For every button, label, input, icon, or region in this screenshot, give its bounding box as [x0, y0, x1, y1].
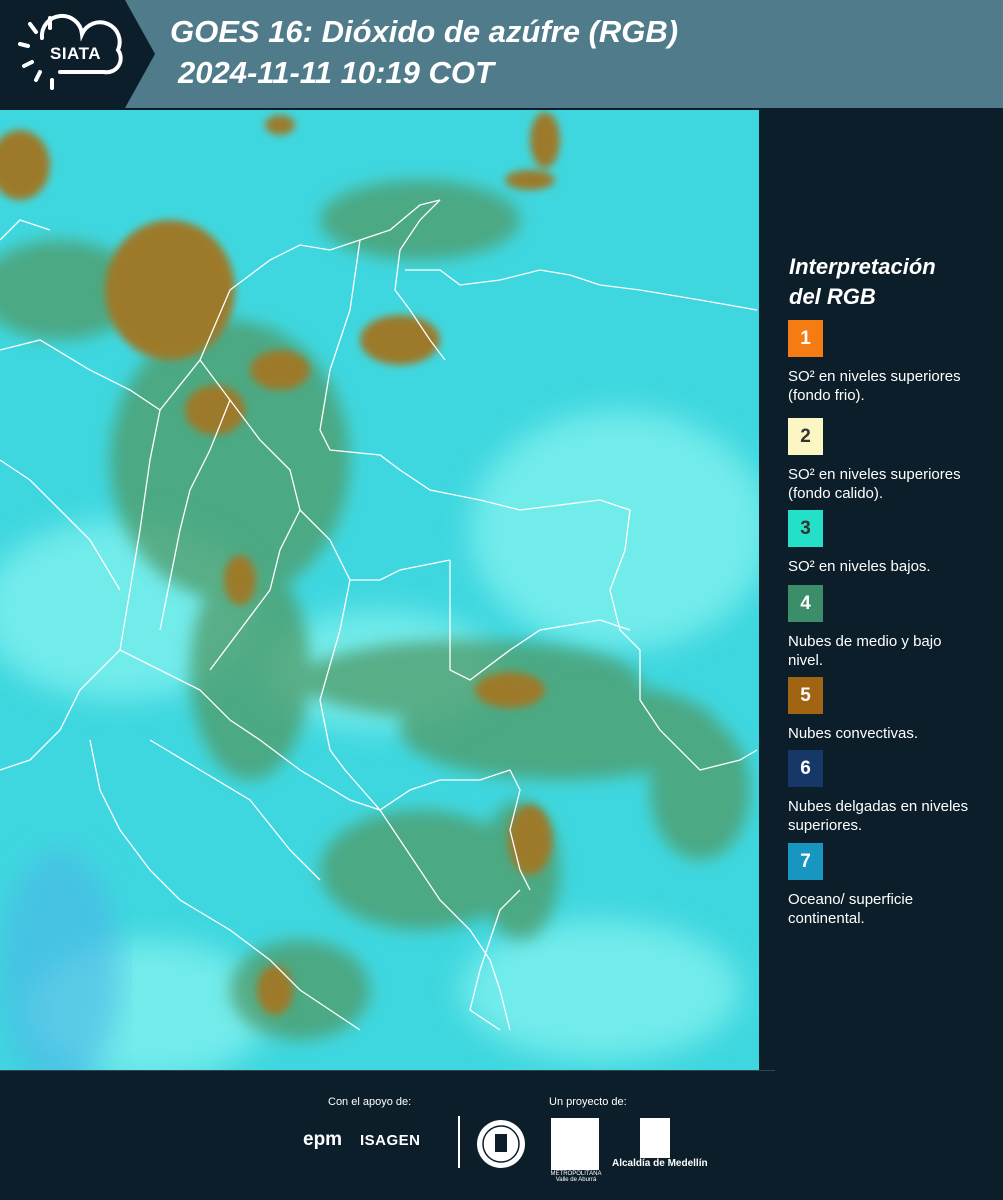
- amva-logo-text: METROPOLITANA Valle de Aburrá: [550, 1171, 602, 1183]
- legend-swatch: 2: [788, 418, 823, 455]
- amva-logo-icon: [551, 1118, 599, 1170]
- legend-swatch: 7: [788, 843, 823, 880]
- siata-logo: SIATA: [0, 0, 155, 108]
- legend-swatch: 3: [788, 510, 823, 547]
- satellite-map: [0, 110, 759, 1070]
- legend-description: Nubes de medio y bajo nivel.: [788, 633, 942, 669]
- alcaldia-logo-text: Alcaldía de Medellín: [612, 1158, 708, 1169]
- satellite-image: [0, 110, 759, 1070]
- footer: Con el apoyo de: Un proyecto de: epm ISA…: [0, 1070, 1003, 1200]
- epm-logo: epm: [303, 1129, 343, 1150]
- page-timestamp: 2024-11-11 10:19 COT: [178, 55, 494, 90]
- legend-item: 7 Oceano/ superficie continental.: [788, 843, 988, 928]
- legend-swatch: 6: [788, 750, 823, 787]
- medellin-seal-icon: [477, 1120, 525, 1168]
- legend-title-line2: del RGB: [789, 284, 876, 309]
- legend-title: Interpretación del RGB: [789, 252, 989, 312]
- legend-description: Oceano/ superficie continental.: [788, 891, 914, 927]
- legend-item: 4 Nubes de medio y bajo nivel.: [788, 585, 988, 670]
- legend-title-line1: Interpretación: [789, 254, 936, 279]
- legend-description: SO² en niveles bajos.: [788, 558, 931, 575]
- legend-panel: Interpretación del RGB 1 SO² en niveles …: [760, 110, 1003, 1070]
- legend-swatch: 1: [788, 320, 823, 357]
- legend-description: SO² en niveles superiores (fondo calido)…: [788, 466, 961, 502]
- legend-item: 5 Nubes convectivas.: [788, 677, 988, 743]
- footer-divider-line: [0, 1070, 775, 1071]
- legend-swatch: 4: [788, 585, 823, 622]
- legend-item: 1 SO² en niveles superiores (fondo frio)…: [788, 320, 988, 405]
- footer-vertical-divider: [458, 1116, 460, 1168]
- legend-description: Nubes convectivas.: [788, 725, 919, 742]
- support-label: Con el apoyo de:: [328, 1096, 412, 1108]
- header-bar: SIATA GOES 16: Dióxido de azúfre (RGB) 2…: [0, 0, 1003, 108]
- legend-description: Nubes delgadas en niveles superiores.: [788, 798, 969, 834]
- page-title: GOES 16: Dióxido de azúfre (RGB): [170, 14, 679, 49]
- legend-item: 6 Nubes delgadas en niveles superiores.: [788, 750, 988, 835]
- alcaldia-logo-icon: [640, 1118, 670, 1158]
- isagen-logo: ISAGEN: [360, 1132, 421, 1149]
- legend-description: SO² en niveles superiores (fondo frio).: [788, 368, 961, 404]
- siata-logo-text: SIATA: [50, 44, 101, 63]
- legend-item: 3 SO² en niveles bajos.: [788, 510, 988, 576]
- project-label: Un proyecto de:: [549, 1096, 627, 1108]
- legend-item: 2 SO² en niveles superiores (fondo calid…: [788, 418, 988, 503]
- legend-swatch: 5: [788, 677, 823, 714]
